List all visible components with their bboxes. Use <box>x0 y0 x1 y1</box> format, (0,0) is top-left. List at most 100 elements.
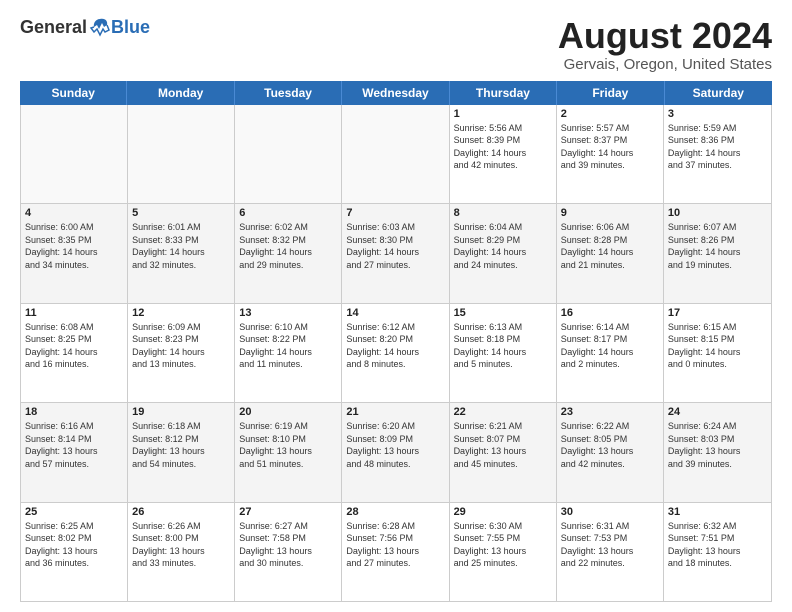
logo: General Blue <box>20 16 150 38</box>
header-day-sunday: Sunday <box>20 81 127 105</box>
day-number: 7 <box>346 207 444 219</box>
page: General Blue August 2024 Gervais, Oregon… <box>0 0 792 612</box>
day-number: 9 <box>561 207 659 219</box>
cal-cell-21: 21 Sunrise: 6:20 AM Sunset: 8:09 PM Dayli… <box>342 403 449 501</box>
day-number: 11 <box>25 307 123 319</box>
day-number: 8 <box>454 207 552 219</box>
day-info: Sunrise: 5:59 AM Sunset: 8:36 PM Dayligh… <box>668 122 767 172</box>
main-title: August 2024 <box>558 16 772 56</box>
day-number: 6 <box>239 207 337 219</box>
calendar-row-3: 18 Sunrise: 6:16 AM Sunset: 8:14 PM Dayli… <box>21 403 771 502</box>
day-number: 27 <box>239 506 337 518</box>
day-number: 22 <box>454 406 552 418</box>
cal-cell-empty-0 <box>21 105 128 203</box>
cal-cell-10: 10 Sunrise: 6:07 AM Sunset: 8:26 PM Dayli… <box>664 204 771 302</box>
day-info: Sunrise: 6:00 AM Sunset: 8:35 PM Dayligh… <box>25 221 123 271</box>
day-number: 31 <box>668 506 767 518</box>
subtitle: Gervais, Oregon, United States <box>558 56 772 73</box>
day-number: 26 <box>132 506 230 518</box>
day-info: Sunrise: 6:02 AM Sunset: 8:32 PM Dayligh… <box>239 221 337 271</box>
day-info: Sunrise: 6:06 AM Sunset: 8:28 PM Dayligh… <box>561 221 659 271</box>
calendar-row-4: 25 Sunrise: 6:25 AM Sunset: 8:02 PM Dayli… <box>21 503 771 601</box>
day-number: 21 <box>346 406 444 418</box>
day-info: Sunrise: 6:28 AM Sunset: 7:56 PM Dayligh… <box>346 520 444 570</box>
day-number: 10 <box>668 207 767 219</box>
cal-cell-4: 4 Sunrise: 6:00 AM Sunset: 8:35 PM Daylig… <box>21 204 128 302</box>
cal-cell-26: 26 Sunrise: 6:26 AM Sunset: 8:00 PM Dayli… <box>128 503 235 601</box>
day-info: Sunrise: 6:27 AM Sunset: 7:58 PM Dayligh… <box>239 520 337 570</box>
day-number: 5 <box>132 207 230 219</box>
header-day-friday: Friday <box>557 81 664 105</box>
day-number: 25 <box>25 506 123 518</box>
cal-cell-23: 23Sunrise: 6:22 AM Sunset: 8:05 PM Dayli… <box>557 403 664 501</box>
title-block: August 2024 Gervais, Oregon, United Stat… <box>558 16 772 73</box>
day-number: 4 <box>25 207 123 219</box>
calendar-row-0: 1 Sunrise: 5:56 AM Sunset: 8:39 PM Daylig… <box>21 105 771 204</box>
cal-cell-5: 5 Sunrise: 6:01 AM Sunset: 8:33 PM Daylig… <box>128 204 235 302</box>
day-info: Sunrise: 6:18 AM Sunset: 8:12 PM Dayligh… <box>132 420 230 470</box>
cal-cell-3: 3 Sunrise: 5:59 AM Sunset: 8:36 PM Daylig… <box>664 105 771 203</box>
day-number: 18 <box>25 406 123 418</box>
day-number: 19 <box>132 406 230 418</box>
header-day-tuesday: Tuesday <box>235 81 342 105</box>
header-day-monday: Monday <box>127 81 234 105</box>
cal-cell-7: 7Sunrise: 6:03 AM Sunset: 8:30 PM Daylig… <box>342 204 449 302</box>
cal-cell-1: 1 Sunrise: 5:56 AM Sunset: 8:39 PM Daylig… <box>450 105 557 203</box>
day-info: Sunrise: 6:08 AM Sunset: 8:25 PM Dayligh… <box>25 321 123 371</box>
day-info: Sunrise: 6:24 AM Sunset: 8:03 PM Dayligh… <box>668 420 767 470</box>
day-number: 24 <box>668 406 767 418</box>
day-info: Sunrise: 6:04 AM Sunset: 8:29 PM Dayligh… <box>454 221 552 271</box>
day-info: Sunrise: 6:31 AM Sunset: 7:53 PM Dayligh… <box>561 520 659 570</box>
cal-cell-18: 18 Sunrise: 6:16 AM Sunset: 8:14 PM Dayli… <box>21 403 128 501</box>
day-info: Sunrise: 6:01 AM Sunset: 8:33 PM Dayligh… <box>132 221 230 271</box>
day-info: Sunrise: 6:13 AM Sunset: 8:18 PM Dayligh… <box>454 321 552 371</box>
cal-cell-20: 20Sunrise: 6:19 AM Sunset: 8:10 PM Dayli… <box>235 403 342 501</box>
day-number: 3 <box>668 108 767 120</box>
day-info: Sunrise: 6:21 AM Sunset: 8:07 PM Dayligh… <box>454 420 552 470</box>
cal-cell-24: 24 Sunrise: 6:24 AM Sunset: 8:03 PM Dayli… <box>664 403 771 501</box>
day-info: Sunrise: 6:07 AM Sunset: 8:26 PM Dayligh… <box>668 221 767 271</box>
day-number: 13 <box>239 307 337 319</box>
day-number: 15 <box>454 307 552 319</box>
calendar: SundayMondayTuesdayWednesdayThursdayFrid… <box>20 81 772 602</box>
cal-cell-29: 29Sunrise: 6:30 AM Sunset: 7:55 PM Dayli… <box>450 503 557 601</box>
day-info: Sunrise: 6:19 AM Sunset: 8:10 PM Dayligh… <box>239 420 337 470</box>
day-info: Sunrise: 6:25 AM Sunset: 8:02 PM Dayligh… <box>25 520 123 570</box>
cal-cell-17: 17Sunrise: 6:15 AM Sunset: 8:15 PM Dayli… <box>664 304 771 402</box>
cal-cell-15: 15 Sunrise: 6:13 AM Sunset: 8:18 PM Dayli… <box>450 304 557 402</box>
day-info: Sunrise: 6:26 AM Sunset: 8:00 PM Dayligh… <box>132 520 230 570</box>
cal-cell-8: 8 Sunrise: 6:04 AM Sunset: 8:29 PM Daylig… <box>450 204 557 302</box>
day-info: Sunrise: 6:15 AM Sunset: 8:15 PM Dayligh… <box>668 321 767 371</box>
calendar-body: 1 Sunrise: 5:56 AM Sunset: 8:39 PM Daylig… <box>20 105 772 602</box>
logo-icon <box>89 16 111 38</box>
logo-blue-text: Blue <box>111 17 150 38</box>
day-info: Sunrise: 6:14 AM Sunset: 8:17 PM Dayligh… <box>561 321 659 371</box>
cal-cell-empty-2 <box>235 105 342 203</box>
day-info: Sunrise: 6:09 AM Sunset: 8:23 PM Dayligh… <box>132 321 230 371</box>
day-info: Sunrise: 6:20 AM Sunset: 8:09 PM Dayligh… <box>346 420 444 470</box>
day-info: Sunrise: 6:12 AM Sunset: 8:20 PM Dayligh… <box>346 321 444 371</box>
day-number: 14 <box>346 307 444 319</box>
header-day-wednesday: Wednesday <box>342 81 449 105</box>
day-info: Sunrise: 5:57 AM Sunset: 8:37 PM Dayligh… <box>561 122 659 172</box>
day-info: Sunrise: 5:56 AM Sunset: 8:39 PM Dayligh… <box>454 122 552 172</box>
header: General Blue August 2024 Gervais, Oregon… <box>20 16 772 73</box>
day-number: 1 <box>454 108 552 120</box>
logo-general-text: General <box>20 17 87 38</box>
cal-cell-22: 22 Sunrise: 6:21 AM Sunset: 8:07 PM Dayli… <box>450 403 557 501</box>
day-info: Sunrise: 6:22 AM Sunset: 8:05 PM Dayligh… <box>561 420 659 470</box>
cal-cell-13: 13Sunrise: 6:10 AM Sunset: 8:22 PM Dayli… <box>235 304 342 402</box>
cal-cell-11: 11 Sunrise: 6:08 AM Sunset: 8:25 PM Dayli… <box>21 304 128 402</box>
cal-cell-31: 31Sunrise: 6:32 AM Sunset: 7:51 PM Dayli… <box>664 503 771 601</box>
cal-cell-6: 6 Sunrise: 6:02 AM Sunset: 8:32 PM Daylig… <box>235 204 342 302</box>
cal-cell-empty-3 <box>342 105 449 203</box>
day-info: Sunrise: 6:16 AM Sunset: 8:14 PM Dayligh… <box>25 420 123 470</box>
calendar-row-2: 11 Sunrise: 6:08 AM Sunset: 8:25 PM Dayli… <box>21 304 771 403</box>
day-number: 12 <box>132 307 230 319</box>
cal-cell-16: 16Sunrise: 6:14 AM Sunset: 8:17 PM Dayli… <box>557 304 664 402</box>
cal-cell-9: 9 Sunrise: 6:06 AM Sunset: 8:28 PM Daylig… <box>557 204 664 302</box>
cal-cell-27: 27 Sunrise: 6:27 AM Sunset: 7:58 PM Dayli… <box>235 503 342 601</box>
calendar-row-1: 4 Sunrise: 6:00 AM Sunset: 8:35 PM Daylig… <box>21 204 771 303</box>
cal-cell-28: 28Sunrise: 6:28 AM Sunset: 7:56 PM Dayli… <box>342 503 449 601</box>
day-number: 2 <box>561 108 659 120</box>
